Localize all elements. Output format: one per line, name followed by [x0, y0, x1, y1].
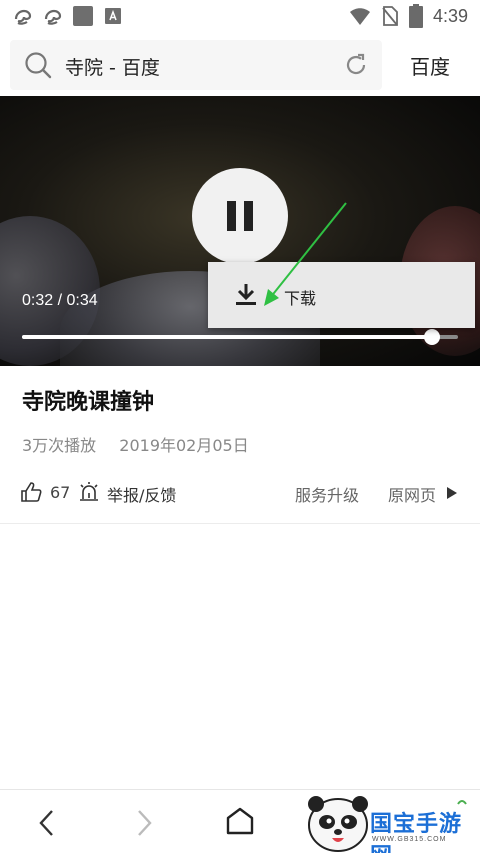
refresh-icon[interactable] — [343, 52, 369, 78]
home-icon[interactable] — [225, 806, 255, 836]
watermark-text: 国宝手游网 — [370, 812, 463, 853]
no-sim-icon — [382, 6, 398, 26]
pause-icon — [227, 201, 236, 231]
video-title: 寺院晚课撞钟 — [22, 390, 155, 415]
download-label: 下载 — [284, 289, 317, 308]
download-icon — [236, 284, 256, 305]
duration: 0:34 — [66, 292, 98, 309]
screen: 4:39 寺院 - 百度 百度 0:32 / 0:34 下载 寺院晚课撞钟 3万… — [0, 0, 480, 853]
thumbs-up-icon[interactable] — [20, 481, 42, 503]
video-player[interactable]: 0:32 / 0:34 下载 — [0, 96, 480, 366]
search-bar: 寺院 - 百度 百度 — [0, 34, 480, 96]
search-input[interactable]: 寺院 - 百度 — [10, 40, 382, 90]
action-bar: 67 举报/反馈 服务升级 原网页 — [0, 478, 480, 508]
service-upgrade-link[interactable]: 服务升级 — [295, 482, 359, 506]
report-feedback-link[interactable]: 举报/反馈 — [107, 482, 176, 506]
font-app-icon — [102, 5, 124, 27]
video-meta: 3万次播放 2019年02月05日 — [22, 432, 249, 456]
back-icon[interactable] — [36, 808, 58, 838]
uc-browser-icon — [42, 5, 64, 27]
publish-date: 2019年02月05日 — [119, 436, 249, 455]
progress-handle[interactable] — [423, 329, 440, 345]
view-count: 3万次播放 — [22, 436, 97, 455]
original-page-link[interactable]: 原网页 — [388, 482, 436, 506]
progress-bar[interactable] — [22, 329, 458, 345]
alarm-icon[interactable] — [78, 481, 100, 503]
system-icons: 4:39 — [349, 4, 468, 28]
progress-fill — [22, 335, 432, 339]
gallery-icon — [72, 5, 94, 27]
clock: 4:39 — [432, 5, 468, 26]
wifi-icon — [349, 8, 370, 25]
watermark-url: WWW.GB315.COM — [372, 836, 447, 843]
battery-icon — [408, 4, 423, 28]
search-engine-button[interactable]: 百度 — [398, 51, 462, 80]
divider — [0, 523, 480, 524]
like-count: 67 — [50, 483, 71, 502]
pause-icon — [244, 201, 253, 231]
playback-time: 0:32 / 0:34 — [22, 292, 98, 310]
search-icon — [25, 52, 52, 79]
status-bar: 4:39 — [0, 0, 480, 34]
forward-icon[interactable] — [133, 808, 155, 838]
notification-icons — [12, 5, 124, 27]
time-separator: / — [57, 292, 63, 309]
download-menu[interactable]: 下载 — [208, 262, 475, 328]
uc-browser-icon — [12, 5, 34, 27]
search-query: 寺院 - 百度 — [65, 57, 160, 79]
play-triangle-icon[interactable] — [446, 487, 458, 499]
pause-button[interactable] — [192, 168, 288, 264]
current-time: 0:32 — [22, 292, 54, 309]
